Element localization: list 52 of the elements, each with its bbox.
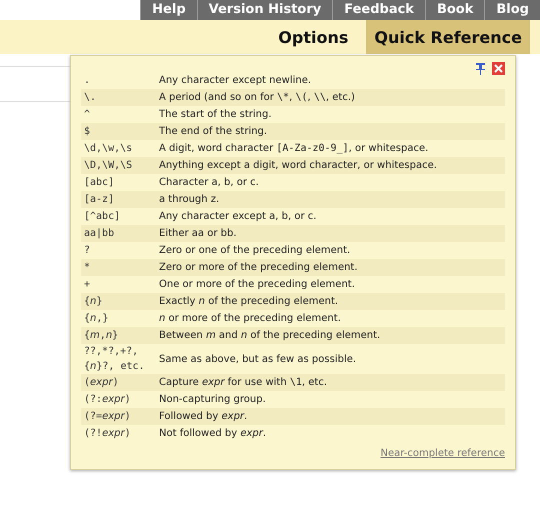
pattern-text: \. bbox=[83, 91, 98, 105]
pattern-text: [a-z] bbox=[83, 193, 116, 207]
description-text: Either aa or bb. bbox=[159, 227, 238, 241]
pattern-text: {m,n} bbox=[83, 329, 120, 343]
description-text: Followed by expr. bbox=[159, 410, 248, 424]
description-text: A digit, word character [A-Za-z0-9_], or whitespace. bbox=[159, 142, 430, 156]
tab[interactable]: Options bbox=[270, 20, 356, 54]
description-text: Non-capturing group. bbox=[159, 393, 267, 407]
pin-icon[interactable] bbox=[475, 62, 486, 75]
pattern-text: aa|bb bbox=[83, 227, 116, 241]
pattern-text: \d,\w,\s bbox=[83, 142, 134, 156]
description-text: Zero or more of the preceding element. bbox=[159, 261, 359, 275]
description-text: Between m and n of the preceding element. bbox=[159, 329, 382, 343]
description-text: A period (and so on for \*, \(, \\, etc.) bbox=[159, 91, 356, 105]
pattern-text: + bbox=[83, 278, 92, 292]
description-text: One or more of the preceding element. bbox=[159, 278, 356, 292]
description-text: n or more of the preceding element. bbox=[159, 312, 342, 326]
pattern-text: [^abc] bbox=[83, 210, 122, 224]
pattern-text: \D,\W,\S bbox=[83, 159, 134, 173]
nav-link[interactable]: Book bbox=[424, 0, 484, 20]
description-text: Any character except newline. bbox=[159, 74, 312, 88]
pattern-text: . bbox=[83, 74, 92, 88]
pattern-text: [abc] bbox=[83, 176, 116, 190]
nav-link[interactable]: Blog bbox=[484, 0, 540, 20]
nav-link[interactable]: Feedback bbox=[332, 0, 425, 20]
description-text: Exactly n of the preceding element. bbox=[159, 295, 340, 309]
description-text: a through z. bbox=[159, 193, 220, 207]
description-text: Any character except a, b, or c. bbox=[159, 210, 318, 224]
description-text: Capture expr for use with \1, etc. bbox=[159, 376, 328, 390]
description-text: Not followed by expr. bbox=[159, 427, 268, 441]
pattern-text: * bbox=[83, 261, 92, 275]
pattern-text: (?:expr) bbox=[83, 393, 132, 407]
reference-link[interactable]: Near-complete reference bbox=[380, 448, 505, 459]
description-text: The end of the string. bbox=[159, 125, 268, 139]
pattern-text: (?=expr) bbox=[83, 410, 132, 424]
close-icon[interactable] bbox=[492, 62, 505, 75]
description-text: Same as above, but as few as possible. bbox=[159, 352, 358, 366]
nav-link[interactable]: Version History bbox=[196, 0, 332, 20]
description-text: Character a, b, or c. bbox=[159, 176, 260, 190]
pattern-text: (?!expr) bbox=[83, 427, 132, 441]
description-text: Zero or one of the preceding element. bbox=[159, 244, 352, 258]
tab[interactable]: Quick Reference bbox=[366, 20, 530, 54]
description-text: Anything except a digit, word character, or whitespace. bbox=[159, 159, 438, 173]
pattern-text: {n} bbox=[83, 295, 104, 309]
pattern-text: $ bbox=[83, 125, 92, 139]
pattern-text: {n,} bbox=[83, 312, 110, 326]
pattern-text: ^ bbox=[83, 108, 92, 122]
pattern-text: (expr) bbox=[83, 376, 120, 390]
pattern-text: ? bbox=[83, 244, 92, 258]
pattern-text: ??,*?,+?, {n}?, etc. bbox=[83, 345, 146, 374]
nav-link[interactable]: Help bbox=[140, 0, 197, 20]
description-text: The start of the string. bbox=[159, 108, 273, 122]
